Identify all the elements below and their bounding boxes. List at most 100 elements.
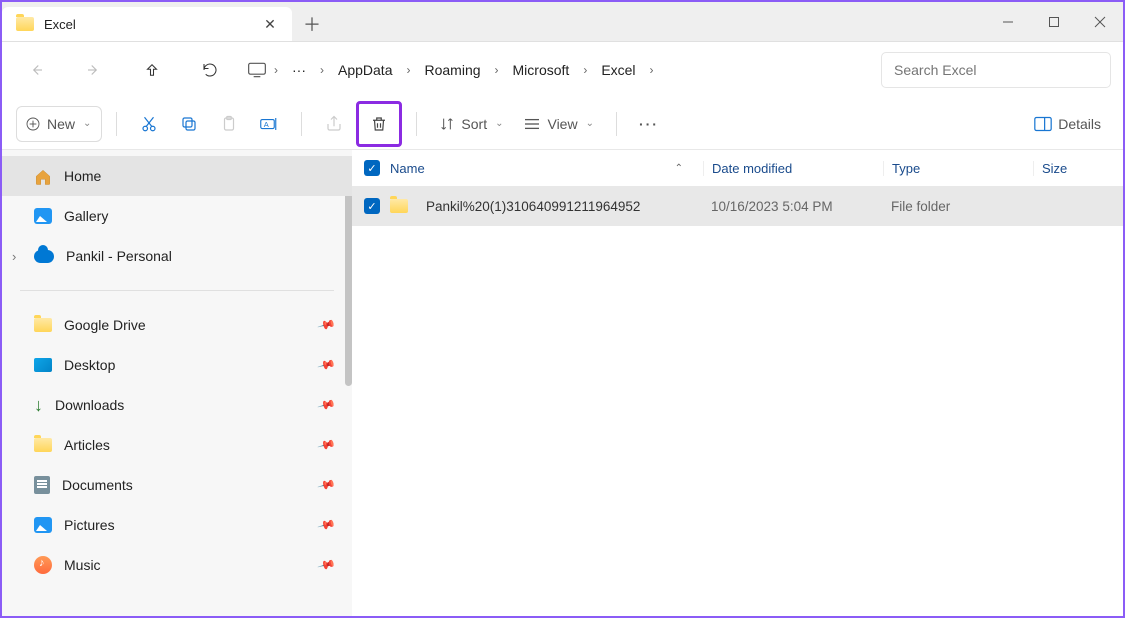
pin-icon: 📌 — [317, 555, 337, 575]
folder-icon — [34, 438, 52, 452]
new-button[interactable]: New ⌄ — [16, 106, 102, 142]
cut-button[interactable] — [131, 106, 167, 142]
file-type: File folder — [891, 199, 950, 214]
sidebar-item-documents[interactable]: Documents 📌 — [2, 465, 352, 505]
share-button[interactable] — [316, 106, 352, 142]
pin-icon: 📌 — [317, 395, 337, 415]
breadcrumb-roaming[interactable]: Roaming — [416, 56, 488, 84]
chevron-right-icon[interactable]: › — [491, 63, 503, 77]
home-icon — [34, 168, 52, 184]
sidebar-item-articles[interactable]: Articles 📌 — [2, 425, 352, 465]
sort-button[interactable]: Sort ⌄ — [431, 106, 511, 142]
pin-icon: 📌 — [317, 475, 337, 495]
close-tab-button[interactable]: ✕ — [260, 14, 280, 34]
sidebar: Home Gallery Pankil - Personal Google Dr… — [2, 150, 352, 616]
breadcrumb[interactable]: › ··· › AppData › Roaming › Microsoft › … — [240, 56, 879, 84]
chevron-right-icon[interactable]: › — [579, 63, 591, 77]
rename-button[interactable]: A — [251, 106, 287, 142]
chevron-right-icon[interactable]: › — [646, 63, 658, 77]
chevron-down-icon: ⌄ — [83, 118, 91, 129]
pictures-icon — [34, 517, 52, 533]
folder-icon — [34, 318, 52, 332]
sidebar-item-label: Documents — [62, 477, 133, 493]
tab-excel[interactable]: Excel ✕ — [2, 7, 292, 41]
download-icon: ↓ — [34, 395, 43, 416]
delete-button[interactable] — [361, 106, 397, 142]
up-button[interactable] — [124, 50, 180, 90]
search-input[interactable] — [894, 62, 1098, 78]
sidebar-item-desktop[interactable]: Desktop 📌 — [2, 345, 352, 385]
sidebar-item-gallery[interactable]: Gallery — [2, 196, 352, 236]
row-checkbox[interactable]: ✓ — [364, 198, 380, 214]
back-button[interactable] — [8, 50, 64, 90]
file-row[interactable]: ✓ Pankil%20(1)310640991211964952 10/16/2… — [352, 186, 1123, 226]
file-list: ✓ Name ⌃ Date modified Type Size ✓ Panki… — [352, 150, 1123, 616]
sidebar-item-music[interactable]: Music 📌 — [2, 545, 352, 585]
details-label: Details — [1058, 116, 1101, 132]
onedrive-icon — [34, 250, 54, 263]
music-icon — [34, 556, 52, 574]
chevron-right-icon[interactable]: › — [270, 63, 282, 77]
forward-button[interactable] — [66, 50, 122, 90]
column-date[interactable]: Date modified — [703, 161, 883, 176]
pin-icon: 📌 — [317, 435, 337, 455]
file-date: 10/16/2023 5:04 PM — [711, 199, 833, 214]
sidebar-item-pictures[interactable]: Pictures 📌 — [2, 505, 352, 545]
pin-icon: 📌 — [317, 355, 337, 375]
pin-icon: 📌 — [317, 515, 337, 535]
address-bar: › ··· › AppData › Roaming › Microsoft › … — [2, 42, 1123, 98]
refresh-button[interactable] — [182, 50, 238, 90]
breadcrumb-microsoft[interactable]: Microsoft — [505, 56, 578, 84]
chevron-right-icon[interactable]: › — [316, 63, 328, 77]
chevron-right-icon[interactable]: › — [402, 63, 414, 77]
sidebar-item-label: Articles — [64, 437, 110, 453]
column-headers[interactable]: ✓ Name ⌃ Date modified Type Size — [352, 150, 1123, 186]
breadcrumb-excel[interactable]: Excel — [593, 56, 643, 84]
view-label: View — [547, 116, 577, 132]
gallery-icon — [34, 208, 52, 224]
file-name: Pankil%20(1)310640991211964952 — [426, 199, 640, 214]
sidebar-item-label: Pankil - Personal — [66, 248, 172, 264]
close-window-button[interactable] — [1077, 2, 1123, 41]
pin-icon: 📌 — [317, 315, 337, 335]
folder-icon — [16, 17, 34, 31]
column-name[interactable]: Name ⌃ — [390, 161, 703, 176]
sort-label: Sort — [461, 116, 487, 132]
search-box[interactable] — [881, 52, 1111, 88]
sidebar-item-label: Google Drive — [64, 317, 146, 333]
document-icon — [34, 476, 50, 494]
sidebar-item-downloads[interactable]: ↓ Downloads 📌 — [2, 385, 352, 425]
new-tab-button[interactable]: ＋ — [292, 7, 332, 41]
sidebar-item-label: Gallery — [64, 208, 108, 224]
new-label: New — [47, 116, 75, 132]
sidebar-item-gdrive[interactable]: Google Drive 📌 — [2, 305, 352, 345]
tab-title: Excel — [44, 17, 250, 32]
maximize-button[interactable] — [1031, 2, 1077, 41]
breadcrumb-appdata[interactable]: AppData — [330, 56, 400, 84]
details-pane-button[interactable]: Details — [1026, 106, 1109, 142]
sidebar-divider — [20, 290, 334, 291]
breadcrumb-overflow[interactable]: ··· — [284, 56, 314, 84]
delete-highlight — [356, 101, 402, 147]
sidebar-item-label: Downloads — [55, 397, 124, 413]
sidebar-item-label: Home — [64, 168, 101, 184]
column-size[interactable]: Size — [1033, 161, 1123, 176]
title-bar: Excel ✕ ＋ — [2, 2, 1123, 42]
svg-text:A: A — [264, 120, 269, 129]
sidebar-item-onedrive[interactable]: Pankil - Personal — [2, 236, 352, 276]
minimize-button[interactable] — [985, 2, 1031, 41]
sidebar-item-label: Desktop — [64, 357, 115, 373]
this-pc-icon[interactable] — [246, 61, 268, 79]
sidebar-item-label: Music — [64, 557, 101, 573]
column-type[interactable]: Type — [883, 161, 1033, 176]
view-button[interactable]: View ⌄ — [515, 106, 601, 142]
chevron-down-icon: ⌄ — [495, 118, 503, 129]
sidebar-item-home[interactable]: Home — [2, 156, 352, 196]
window-controls — [985, 2, 1123, 41]
sidebar-item-label: Pictures — [64, 517, 115, 533]
copy-button[interactable] — [171, 106, 207, 142]
paste-button[interactable] — [211, 106, 247, 142]
more-button[interactable]: ··· — [631, 106, 667, 142]
main-area: Home Gallery Pankil - Personal Google Dr… — [2, 150, 1123, 616]
select-all-checkbox[interactable]: ✓ — [364, 160, 380, 176]
